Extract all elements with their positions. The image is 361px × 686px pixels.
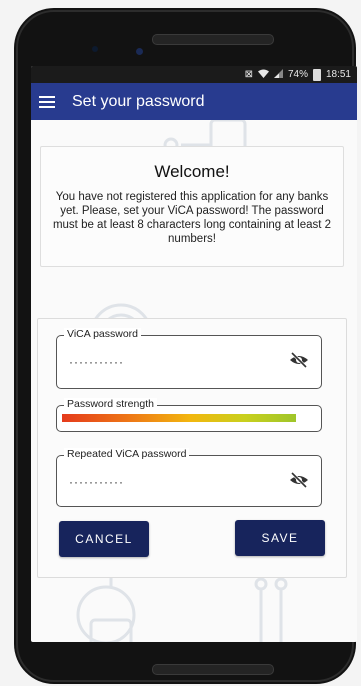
password-form: ViCA password ··········· Password stren… [37, 318, 347, 578]
nfc-icon: ⊠ [244, 69, 253, 80]
phone-screen: ⊠ 74% 18:51 Set your password Welcome! Y… [31, 66, 357, 642]
welcome-card: Welcome! You have not registered this ap… [40, 146, 344, 267]
repeat-password-field[interactable]: Repeated ViCA password ··········· [56, 448, 322, 507]
password-label: ViCA password [64, 328, 142, 340]
password-strength-label: Password strength [64, 398, 157, 410]
visibility-off-icon[interactable] [289, 352, 309, 368]
password-strength-field: Password strength [56, 398, 322, 432]
repeat-password-value: ··········· [69, 475, 124, 489]
repeat-password-label: Repeated ViCA password [64, 448, 190, 460]
password-value: ··········· [69, 355, 124, 369]
status-time: 18:51 [325, 69, 351, 80]
battery-percent: 74% [287, 69, 308, 80]
visibility-off-icon[interactable] [289, 472, 309, 488]
bottom-speaker [152, 664, 274, 675]
front-camera [136, 48, 143, 55]
cancel-button[interactable]: CANCEL [59, 521, 149, 557]
password-strength-bar [62, 414, 296, 422]
status-bar: ⊠ 74% 18:51 [31, 66, 357, 83]
welcome-title: Welcome! [154, 162, 230, 181]
save-button[interactable]: SAVE [235, 520, 325, 556]
battery-icon [312, 68, 321, 81]
welcome-message: You have not registered this application… [52, 191, 332, 245]
page-title: Set your password [72, 92, 205, 110]
signal-icon [273, 68, 283, 81]
app-bar: Set your password [31, 83, 357, 120]
password-field[interactable]: ViCA password ··········· [56, 328, 322, 389]
wifi-icon [257, 69, 269, 81]
menu-icon[interactable] [39, 95, 55, 108]
proximity-sensor [92, 46, 98, 52]
earpiece-speaker [152, 34, 274, 45]
